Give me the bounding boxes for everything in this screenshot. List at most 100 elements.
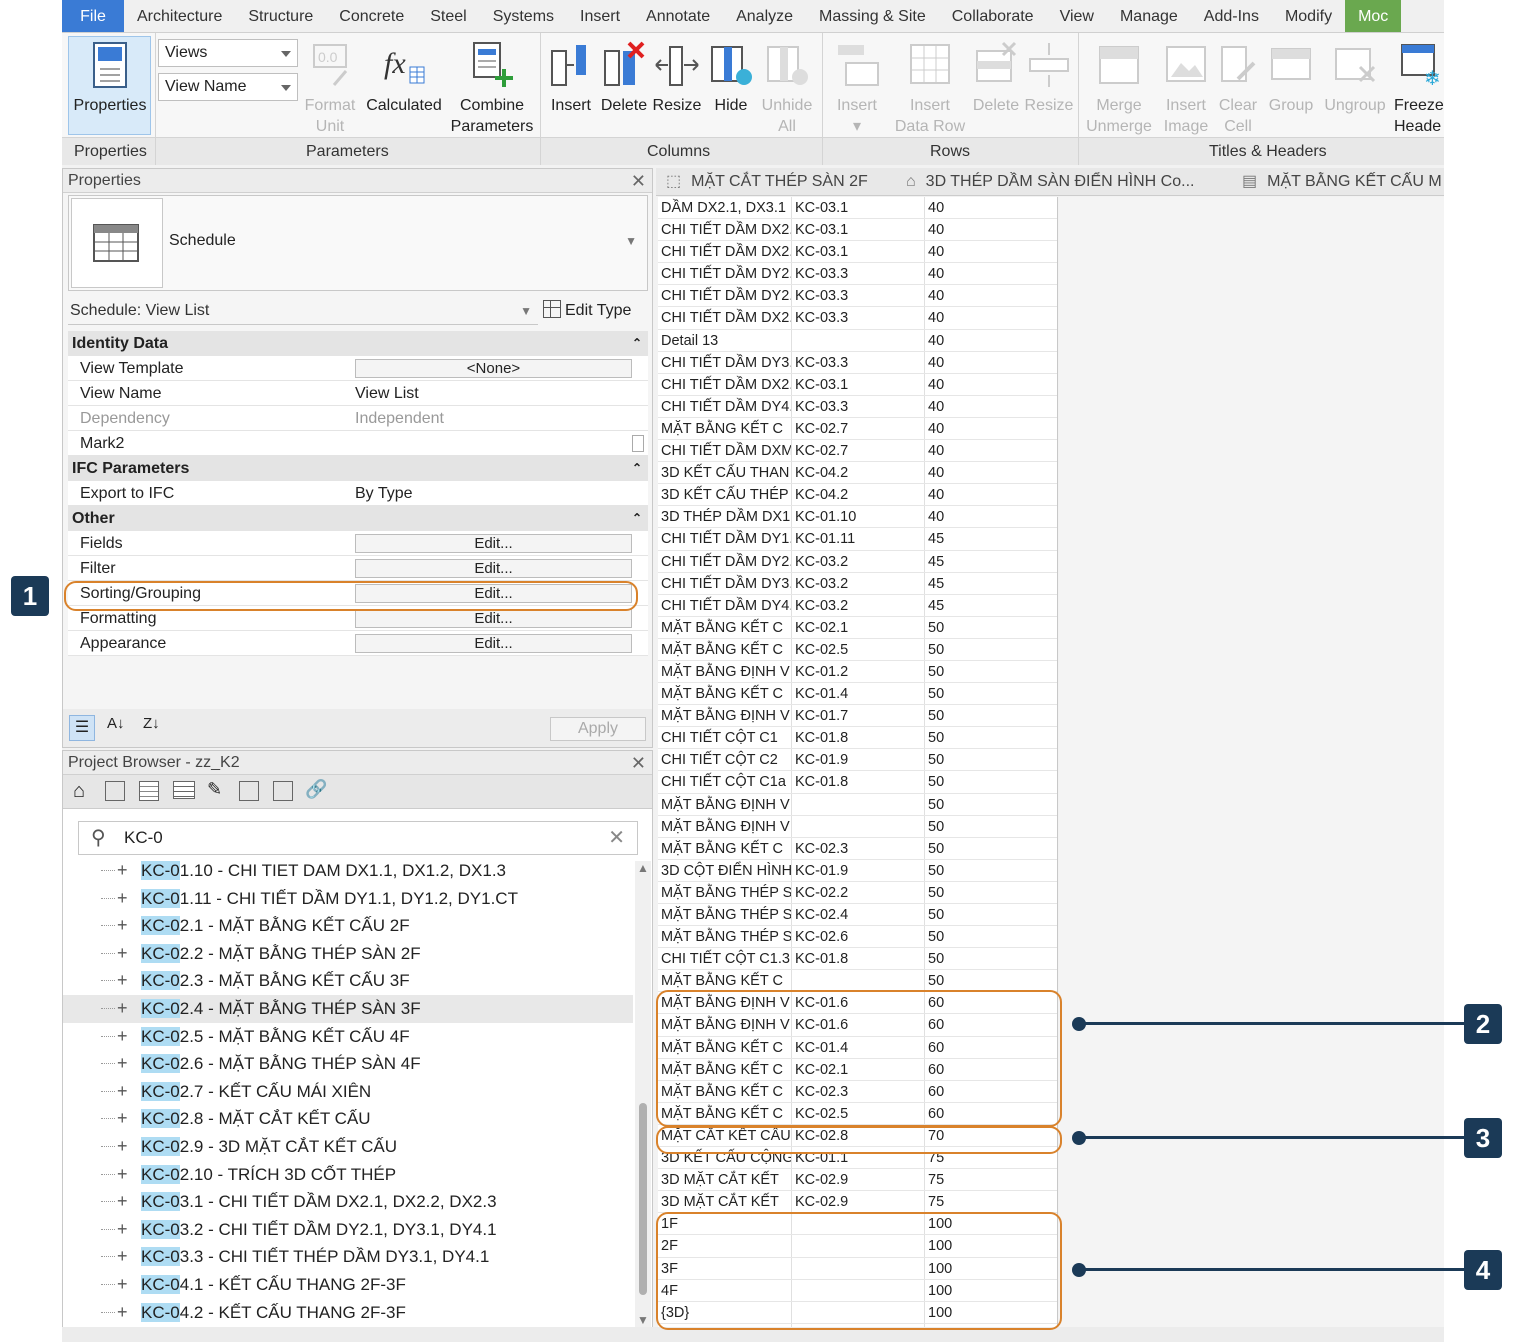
sheet-number-cell[interactable]: KC-01.7: [795, 705, 848, 726]
expand-icon[interactable]: +: [117, 912, 128, 940]
value-cell[interactable]: 40: [928, 219, 944, 240]
tab-insert[interactable]: Insert: [567, 0, 633, 32]
browser-tree-item[interactable]: + KC-02.9 - 3D MẶT CẮT KẾT CẤU: [63, 1133, 633, 1161]
sheet-name-cell[interactable]: CHI TIẾT DẦM DY2.: [661, 551, 791, 572]
expand-icon[interactable]: +: [117, 967, 128, 995]
sheet-number-cell[interactable]: KC-02.4: [795, 904, 848, 925]
clear-cell-button[interactable]: Clear Cell: [1216, 41, 1260, 137]
schedule-row[interactable]: 3D CỘT ĐIỂN HÌNH KC-01.9 50: [658, 860, 1057, 882]
sheet-name-cell[interactable]: CHI TIẾT DẦM DX2.: [661, 241, 791, 262]
delete-column-button[interactable]: Delete: [598, 41, 650, 116]
export-ifc-field[interactable]: By Type: [355, 481, 413, 506]
schedule-row[interactable]: MẶT BẰNG KẾT C KC-02.3 50: [658, 838, 1057, 860]
sheet-name-cell[interactable]: 3D THÉP DẦM DX1.: [661, 506, 791, 527]
sheet-number-cell[interactable]: KC-02.9: [795, 1191, 848, 1212]
sheet-number-cell[interactable]: KC-02.5: [795, 639, 848, 660]
sheet-number-cell[interactable]: KC-02.2: [795, 882, 848, 903]
sheet-number-cell[interactable]: KC-02.3: [795, 838, 848, 859]
value-cell[interactable]: 40: [928, 484, 944, 505]
appearance-edit-button[interactable]: Edit...: [355, 634, 632, 653]
browser-tree-item[interactable]: + KC-03.3 - CHI TIẾT THÉP DẦM DY3.1, DY4.…: [63, 1243, 633, 1271]
browser-tree-item[interactable]: + KC-04.1 - KẾT CẤU THANG 2F-3F: [63, 1271, 633, 1299]
value-cell[interactable]: 50: [928, 816, 944, 837]
sheet-number-cell[interactable]: KC-02.7: [795, 418, 848, 439]
sheet-number-cell[interactable]: KC-03.1: [795, 374, 848, 395]
sheet-number-cell[interactable]: KC-01.4: [795, 683, 848, 704]
expand-icon[interactable]: +: [117, 1050, 128, 1078]
sheet-number-cell[interactable]: KC-02.7: [795, 440, 848, 461]
value-cell[interactable]: 50: [928, 639, 944, 660]
expand-icon[interactable]: +: [117, 885, 128, 913]
sheet-name-cell[interactable]: MẶT BẰNG ĐỊNH V: [661, 794, 791, 815]
sheet-name-cell[interactable]: CHI TIẾT DẦM DX2.: [661, 374, 791, 395]
sheet-name-cell[interactable]: CHI TIẾT DẦM DY2.: [661, 263, 791, 284]
resize-column-button[interactable]: Resize: [652, 41, 702, 116]
tab-architecture[interactable]: Architecture: [124, 0, 235, 32]
sheet-name-cell[interactable]: CHI TIẾT DẦM DX2.: [661, 307, 791, 328]
browser-scrollbar[interactable]: ▲ ▼: [635, 861, 651, 1331]
expand-icon[interactable]: +: [117, 940, 128, 968]
delete-row-button[interactable]: Delete: [970, 41, 1022, 116]
browser-tree-item[interactable]: + KC-02.10 - TRÍCH 3D CỐT THÉP: [63, 1161, 633, 1189]
views-combo[interactable]: Views: [158, 39, 298, 67]
value-cell[interactable]: 40: [928, 197, 944, 218]
browser-tree-item[interactable]: + KC-04.2 - KẾT CẤU THANG 2F-3F: [63, 1299, 633, 1327]
resize-row-button[interactable]: Resize: [1024, 41, 1074, 116]
file-tab[interactable]: File: [62, 0, 124, 32]
expand-icon[interactable]: +: [117, 1216, 128, 1244]
browser-tree-item[interactable]: + KC-02.2 - MẶT BẰNG THÉP SÀN 2F: [63, 940, 633, 968]
collapse-icon[interactable]: ⌃: [632, 331, 642, 356]
sheet-number-cell[interactable]: KC-01.8: [795, 727, 848, 748]
value-cell[interactable]: 75: [928, 1169, 944, 1190]
value-cell[interactable]: 45: [928, 595, 944, 616]
value-cell[interactable]: 50: [928, 771, 944, 792]
schedule-row[interactable]: 3D THÉP DẦM DX1. KC-01.10 40: [658, 506, 1057, 529]
sheet-number-cell[interactable]: KC-04.2: [795, 484, 848, 505]
calculated-button[interactable]: fx Calculated: [364, 41, 444, 116]
sheet-name-cell[interactable]: 3D KẾT CẤU THÉP: [661, 484, 791, 505]
home-icon[interactable]: ⌂: [73, 780, 85, 803]
tab-concrete[interactable]: Concrete: [326, 0, 417, 32]
sheet-number-cell[interactable]: KC-03.3: [795, 396, 848, 417]
merge-unmerge-button[interactable]: Merge Unmerge: [1086, 41, 1152, 137]
close-icon[interactable]: ✕: [631, 169, 646, 193]
ungroup-button[interactable]: Ungroup: [1320, 41, 1390, 116]
close-icon[interactable]: ✕: [631, 751, 646, 775]
tab-analyze[interactable]: Analyze: [723, 0, 806, 32]
sheet-name-cell[interactable]: MẶT BẰNG ĐỊNH V: [661, 816, 791, 837]
schedule-row[interactable]: MẶT BẰNG THÉP S KC-02.2 50: [658, 882, 1057, 904]
hide-column-button[interactable]: Hide: [706, 41, 756, 116]
sheet-name-cell[interactable]: CHI TIẾT DẦM DY4.: [661, 396, 791, 417]
format-unit-button[interactable]: 0.0 Format Unit: [302, 41, 358, 137]
scrollbar-thumb[interactable]: [639, 1103, 647, 1295]
schedule-row[interactable]: CHI TIẾT CỘT C1 KC-01.8 50: [658, 727, 1057, 750]
value-cell[interactable]: 50: [928, 727, 944, 748]
schedule-row[interactable]: MẶT BẰNG THÉP S KC-02.6 50: [658, 926, 1057, 949]
collapse-icon[interactable]: ⌃: [632, 506, 642, 531]
family-icon[interactable]: [273, 781, 293, 801]
expand-icon[interactable]: +: [117, 1078, 128, 1106]
sheet-number-cell[interactable]: KC-01.9: [795, 860, 848, 881]
scroll-up-icon[interactable]: ▲: [637, 861, 649, 875]
expand-icon[interactable]: +: [117, 1243, 128, 1271]
insert-image-button[interactable]: Insert Image: [1158, 41, 1214, 137]
value-cell[interactable]: 50: [928, 705, 944, 726]
value-cell[interactable]: 40: [928, 307, 944, 328]
sheet-name-cell[interactable]: MẶT BẰNG ĐỊNH V: [661, 661, 791, 682]
sheet-number-cell[interactable]: KC-01.9: [795, 749, 848, 770]
schedule-row[interactable]: CHI TIẾT DẦM DX2. KC-03.1 40: [658, 219, 1057, 242]
schedule-row[interactable]: MẶT BẰNG KẾT C KC-02.5 50: [658, 639, 1057, 661]
sheet-name-cell[interactable]: MẶT BẰNG KẾT C: [661, 838, 791, 859]
schedule-row[interactable]: DẦM DX2.1, DX3.1 KC-03.1 40: [658, 197, 1057, 220]
sheet-name-cell[interactable]: 3D MẶT CẮT KẾT: [661, 1191, 791, 1212]
sheet-number-cell[interactable]: KC-02.9: [795, 1169, 848, 1190]
value-cell[interactable]: 50: [928, 794, 944, 815]
pencil-icon[interactable]: ✎: [207, 779, 222, 800]
schedule-row[interactable]: MẶT BẰNG KẾT C KC-02.7 40: [658, 418, 1057, 441]
expand-icon[interactable]: +: [117, 1023, 128, 1051]
schedule-row[interactable]: CHI TIẾT DẦM DY1. KC-01.11 45: [658, 528, 1057, 551]
tab-steel[interactable]: Steel: [417, 0, 479, 32]
value-cell[interactable]: 40: [928, 418, 944, 439]
sheet-number-cell[interactable]: KC-01.8: [795, 948, 848, 969]
sheet-name-cell[interactable]: CHI TIẾT CỘT C1a: [661, 771, 791, 792]
